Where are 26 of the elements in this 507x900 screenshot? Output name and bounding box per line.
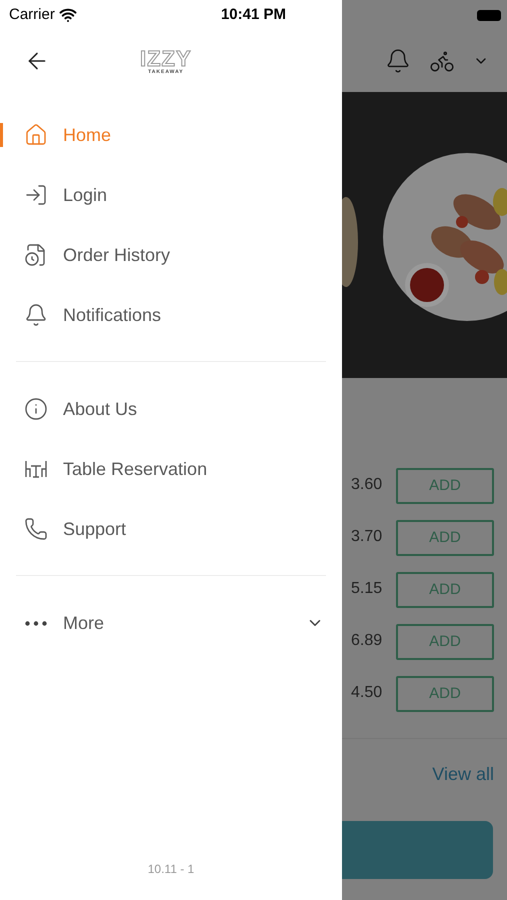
price-label: 3.70: [351, 526, 382, 546]
battery-icon: [477, 10, 501, 20]
wifi-icon: [58, 6, 77, 24]
home-icon: [24, 123, 48, 147]
version-label: 10.11 - 1: [148, 861, 194, 878]
menu-item[interactable]: Support: [16, 499, 326, 559]
menu-item[interactable]: About Us: [16, 379, 326, 439]
price-label: 3.60: [351, 474, 382, 494]
bell-icon[interactable]: [385, 48, 411, 74]
carrier-label: Carrier: [9, 4, 55, 25]
phone-icon: [24, 517, 48, 541]
menu-item[interactable]: Table Reservation: [16, 439, 326, 499]
info-icon: [24, 397, 48, 421]
menu-item[interactable]: Notifications: [16, 285, 326, 345]
price-label: 6.89: [351, 630, 382, 650]
menu-item[interactable]: Order History: [16, 225, 326, 285]
more-dots-icon: [25, 620, 47, 626]
table-chairs-icon: [24, 459, 48, 479]
bell-icon: [24, 303, 48, 327]
checkout-bar[interactable]: [342, 821, 493, 879]
price-label: 5.15: [351, 578, 382, 598]
status-time: 10:41 PM: [220, 4, 286, 25]
price-label: 4.50: [351, 682, 382, 702]
more-item[interactable]: More: [16, 593, 326, 653]
menu-item[interactable]: Login: [16, 165, 326, 225]
login-icon: [24, 183, 48, 207]
